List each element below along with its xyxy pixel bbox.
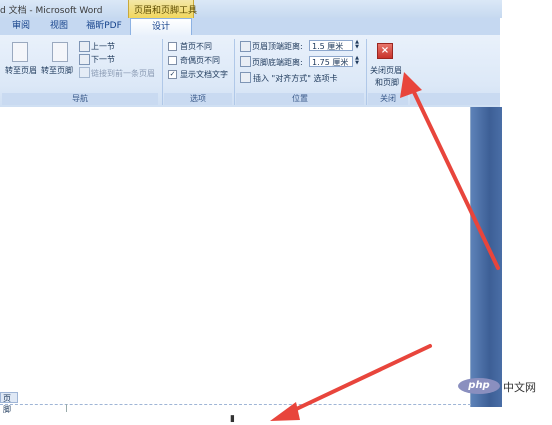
ribbon-footer-strip	[410, 93, 500, 105]
insert-alignment-tab-button[interactable]: 插入 "对齐方式" 选项卡	[253, 73, 337, 84]
group-label-options: 选项	[164, 93, 232, 105]
prev-section-button[interactable]: 上一节	[91, 41, 115, 52]
outside-window-area	[502, 0, 552, 425]
page-margin-background	[471, 107, 502, 407]
link-previous-button[interactable]: 链接到前一条页眉	[91, 68, 155, 79]
show-document-text-checkbox[interactable]: ✓	[168, 70, 177, 79]
different-first-page-label: 首页不同	[180, 42, 212, 51]
footer-distance-icon	[240, 56, 251, 67]
ribbon-tab-row	[0, 18, 500, 36]
spin-down-icon: ▼	[355, 60, 359, 66]
close-icon: ×	[377, 43, 393, 59]
header-distance-input[interactable]: 1.5 厘米	[309, 40, 353, 51]
tab-foxit-pdf[interactable]: 福昕PDF	[82, 18, 126, 35]
text-cursor-icon: ▮	[230, 414, 235, 424]
spin-down-icon: ▼	[355, 44, 359, 50]
footer-distance-input[interactable]: 1.75 厘米	[309, 56, 353, 67]
footer-distance-label: 页脚底端距离:	[252, 58, 303, 67]
ruler-tick	[66, 404, 67, 412]
header-distance-label: 页眉顶端距离:	[252, 42, 303, 51]
tab-view[interactable]: 视图	[44, 18, 74, 35]
window-title: d 文档 - Microsoft Word	[0, 6, 103, 16]
close-header-footer-button-line2[interactable]: 和页脚	[375, 77, 399, 88]
group-separator	[366, 39, 367, 105]
goto-footer-icon	[52, 42, 68, 62]
show-document-text-label: 显示文档文字	[180, 70, 228, 79]
different-first-page-checkbox[interactable]	[168, 42, 177, 51]
alignment-tab-icon	[240, 72, 251, 83]
php-logo: php	[458, 378, 500, 394]
different-odd-even-label: 奇偶页不同	[180, 56, 220, 65]
header-distance-icon	[240, 41, 251, 52]
goto-header-button[interactable]: 转至页眉	[5, 65, 37, 76]
tab-review[interactable]: 审阅	[6, 18, 36, 35]
footer-boundary-line	[0, 404, 471, 405]
group-label-position: 位置	[236, 93, 364, 105]
footer-distance-spinner[interactable]: ▲ ▼	[353, 56, 361, 67]
close-header-footer-button[interactable]: 关闭页眉	[370, 65, 402, 76]
different-odd-even-checkbox[interactable]	[168, 56, 177, 65]
goto-header-icon	[12, 42, 28, 62]
link-previous-icon	[79, 67, 90, 78]
group-label-navigation: 导航	[2, 93, 158, 105]
group-separator	[234, 39, 235, 105]
group-separator	[162, 39, 163, 105]
checkmark-icon: ✓	[169, 70, 176, 78]
next-section-icon	[79, 54, 90, 65]
footer-region-tab: 页脚	[0, 392, 18, 414]
group-label-close: 关闭	[368, 93, 408, 105]
tab-design[interactable]: 设计	[130, 18, 192, 36]
next-section-button[interactable]: 下一节	[91, 54, 115, 65]
prev-section-icon	[79, 41, 90, 52]
context-tab-group-label: 页眉和页脚工具	[134, 6, 198, 16]
goto-footer-button[interactable]: 转至页脚	[41, 65, 73, 76]
header-distance-spinner[interactable]: ▲ ▼	[353, 40, 361, 51]
watermark-text: 中文网	[503, 381, 536, 394]
